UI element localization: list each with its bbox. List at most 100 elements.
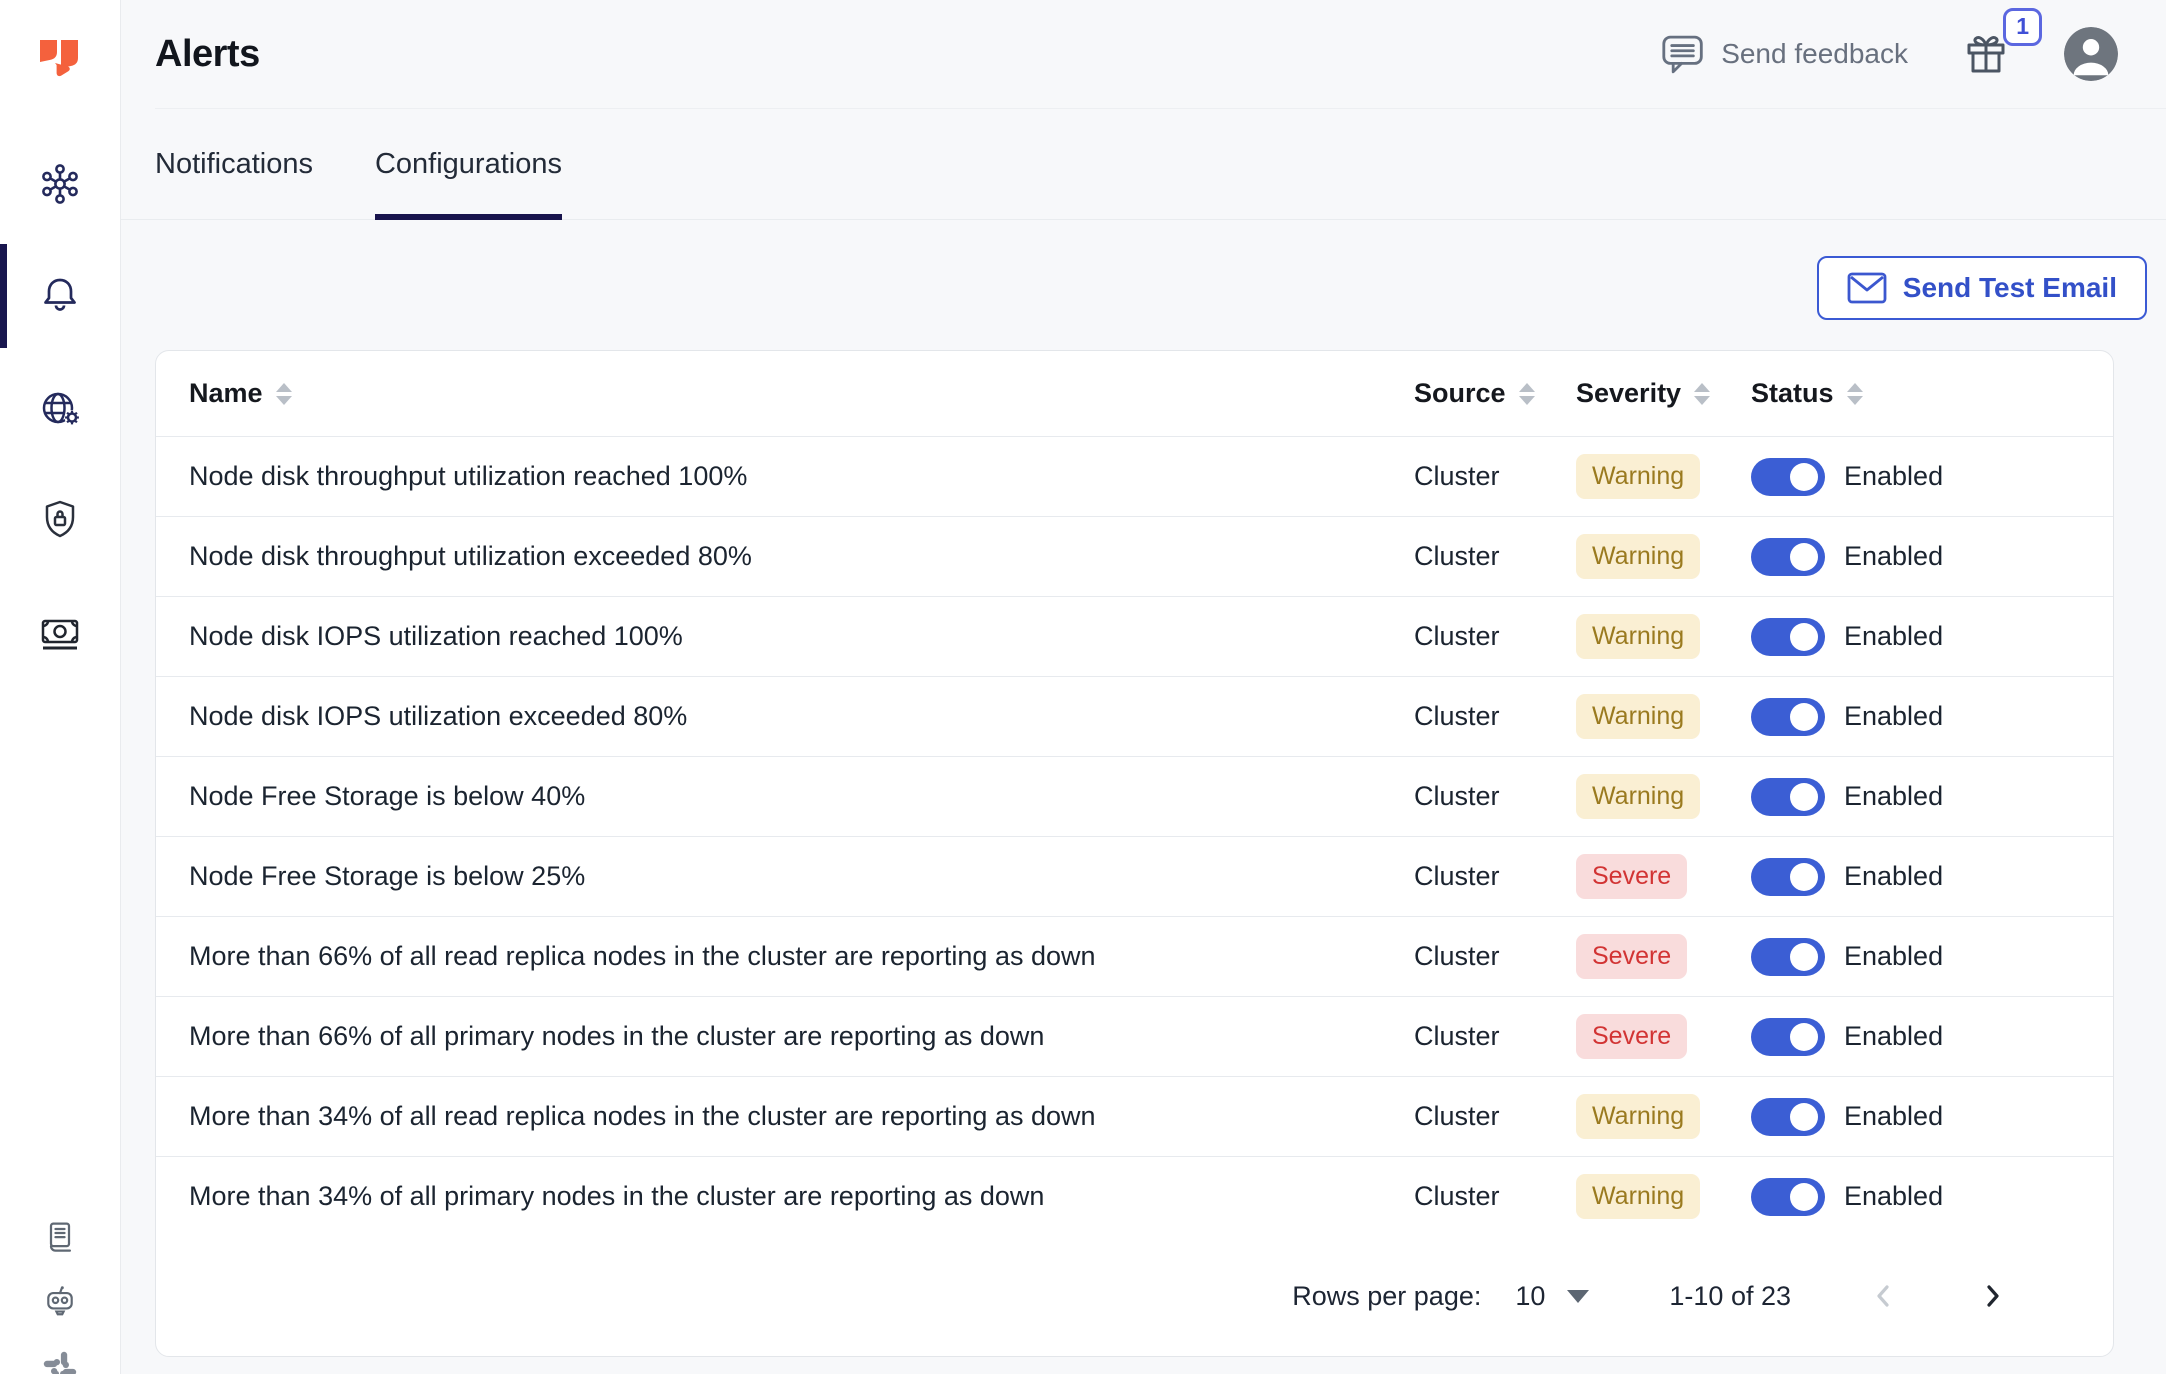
severity-badge: Warning bbox=[1576, 1094, 1701, 1139]
column-header-name[interactable]: Name bbox=[189, 378, 1414, 409]
sort-icon bbox=[1846, 382, 1863, 405]
slack-icon bbox=[43, 1351, 77, 1374]
severity-badge: Severe bbox=[1576, 854, 1688, 899]
table-row: More than 34% of all read replica nodes … bbox=[156, 1076, 2113, 1156]
row-source: Cluster bbox=[1414, 1181, 1500, 1211]
gift-button[interactable]: 1 bbox=[1962, 8, 2042, 78]
status-toggle[interactable] bbox=[1751, 937, 1825, 976]
row-name: More than 66% of all read replica nodes … bbox=[189, 941, 1096, 971]
row-source: Cluster bbox=[1414, 701, 1500, 731]
pagination-range: 1-10 of 23 bbox=[1669, 1280, 1791, 1311]
gift-badge: 1 bbox=[2003, 8, 2042, 46]
avatar[interactable] bbox=[2064, 27, 2118, 81]
status-toggle[interactable] bbox=[1751, 857, 1825, 896]
table-row: Node disk IOPS utilization reached 100% … bbox=[156, 596, 2113, 676]
table-row: More than 34% of all primary nodes in th… bbox=[156, 1156, 2113, 1236]
status-toggle[interactable] bbox=[1751, 697, 1825, 736]
row-name: More than 34% of all read replica nodes … bbox=[189, 1101, 1096, 1131]
status-label: Enabled bbox=[1844, 461, 1944, 491]
severity-badge: Warning bbox=[1576, 534, 1701, 579]
chevron-right-icon bbox=[1987, 1285, 1999, 1307]
status-label: Enabled bbox=[1844, 541, 1944, 571]
row-source: Cluster bbox=[1414, 1101, 1500, 1131]
status-label: Enabled bbox=[1844, 1021, 1944, 1051]
alerts-table-card: Name Source Severity Status Node disk th… bbox=[155, 350, 2114, 1357]
sidebar-item-docs[interactable] bbox=[0, 1205, 120, 1270]
sidebar-item-network[interactable] bbox=[0, 352, 120, 464]
sidebar-item-slack[interactable] bbox=[0, 1335, 120, 1374]
sort-icon bbox=[1518, 382, 1535, 405]
sidebar-item-alerts[interactable] bbox=[0, 240, 120, 352]
alerts-bell-icon bbox=[44, 278, 76, 311]
row-source: Cluster bbox=[1414, 781, 1500, 811]
status-label: Enabled bbox=[1844, 1181, 1944, 1211]
main-content: Alerts Send feedback 1 Notifications Con… bbox=[121, 0, 2166, 1374]
status-toggle[interactable] bbox=[1751, 617, 1825, 656]
column-header-status[interactable]: Status bbox=[1751, 378, 2080, 409]
row-name: Node Free Storage is below 40% bbox=[189, 781, 586, 811]
severity-badge: Warning bbox=[1576, 614, 1701, 659]
sidebar-nav bbox=[0, 128, 120, 688]
status-label: Enabled bbox=[1844, 861, 1944, 891]
status-label: Enabled bbox=[1844, 621, 1944, 651]
row-source: Cluster bbox=[1414, 541, 1500, 571]
status-toggle[interactable] bbox=[1751, 777, 1825, 816]
brand-logo[interactable] bbox=[34, 34, 86, 86]
row-name: Node disk IOPS utilization exceeded 80% bbox=[189, 701, 688, 731]
rows-per-page-label: Rows per page: bbox=[1292, 1280, 1482, 1311]
table-body: Node disk throughput utilization reached… bbox=[156, 436, 2113, 1236]
send-test-email-button[interactable]: Send Test Email bbox=[1816, 256, 2147, 320]
table-row: Node disk IOPS utilization exceeded 80% … bbox=[156, 676, 2113, 756]
status-label: Enabled bbox=[1844, 941, 1944, 971]
sort-icon bbox=[275, 382, 292, 405]
tab-configurations[interactable]: Configurations bbox=[374, 109, 562, 220]
status-toggle[interactable] bbox=[1751, 457, 1825, 496]
send-feedback-button[interactable]: Send feedback bbox=[1661, 33, 1908, 75]
column-header-severity[interactable]: Severity bbox=[1576, 378, 1751, 409]
table-row: Node Free Storage is below 40% Cluster W… bbox=[156, 756, 2113, 836]
network-globe-gear-icon bbox=[42, 392, 80, 425]
sidebar-item-assistant[interactable] bbox=[0, 1270, 120, 1335]
send-feedback-label: Send feedback bbox=[1721, 38, 1908, 69]
row-name: Node disk throughput utilization exceede… bbox=[189, 541, 752, 571]
sort-icon bbox=[1694, 382, 1711, 405]
status-toggle[interactable] bbox=[1751, 537, 1825, 576]
status-toggle[interactable] bbox=[1751, 1017, 1825, 1056]
row-name: Node disk throughput utilization reached… bbox=[189, 461, 748, 491]
row-source: Cluster bbox=[1414, 621, 1500, 651]
table-row: More than 66% of all read replica nodes … bbox=[156, 916, 2113, 996]
pagination: Rows per page: 10 1-10 of 23 bbox=[156, 1236, 2113, 1356]
severity-badge: Severe bbox=[1576, 934, 1688, 979]
status-label: Enabled bbox=[1844, 1101, 1944, 1131]
previous-page-button[interactable] bbox=[1863, 1275, 1905, 1317]
row-name: Node disk IOPS utilization reached 100% bbox=[189, 621, 683, 651]
status-label: Enabled bbox=[1844, 701, 1944, 731]
docs-book-icon bbox=[49, 1221, 72, 1252]
clusters-icon bbox=[42, 164, 78, 204]
next-page-button[interactable] bbox=[1971, 1275, 2013, 1317]
column-header-source[interactable]: Source bbox=[1414, 378, 1576, 409]
security-shield-lock-icon bbox=[45, 500, 75, 538]
tab-notifications[interactable]: Notifications bbox=[155, 109, 313, 219]
table-row: Node Free Storage is below 25% Cluster S… bbox=[156, 836, 2113, 916]
sidebar-item-security[interactable] bbox=[0, 464, 120, 576]
row-name: More than 34% of all primary nodes in th… bbox=[189, 1181, 1045, 1211]
topbar: Alerts Send feedback 1 bbox=[121, 0, 2166, 108]
tab-bar: Notifications Configurations bbox=[121, 109, 2166, 220]
status-toggle[interactable] bbox=[1751, 1097, 1825, 1136]
row-source: Cluster bbox=[1414, 861, 1500, 891]
sidebar-item-clusters[interactable] bbox=[0, 128, 120, 240]
send-test-email-label: Send Test Email bbox=[1902, 272, 2117, 303]
feedback-bubble-icon bbox=[1662, 35, 1703, 74]
severity-badge: Severe bbox=[1576, 1014, 1688, 1059]
rows-per-page-select[interactable]: 10 bbox=[1515, 1281, 1590, 1312]
chevron-down-icon bbox=[1567, 1289, 1590, 1303]
sidebar-item-billing[interactable] bbox=[0, 576, 120, 688]
sidebar bbox=[0, 0, 121, 1374]
page-title: Alerts bbox=[155, 32, 260, 75]
billing-money-icon bbox=[41, 619, 79, 650]
status-toggle[interactable] bbox=[1751, 1177, 1825, 1216]
envelope-icon bbox=[1847, 272, 1887, 304]
assistant-robot-icon bbox=[47, 1285, 73, 1315]
chevron-left-icon bbox=[1877, 1285, 1889, 1307]
